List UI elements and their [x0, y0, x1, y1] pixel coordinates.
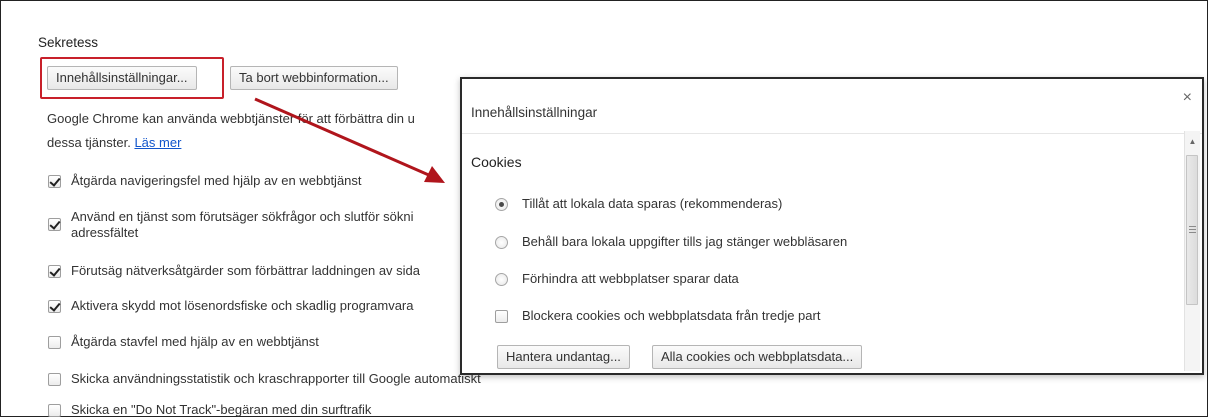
settings-page: Sekretess Innehållsinställningar... Ta b… [0, 0, 1208, 417]
arrow-shaft [254, 97, 432, 178]
annotation-arrow [254, 97, 445, 183]
